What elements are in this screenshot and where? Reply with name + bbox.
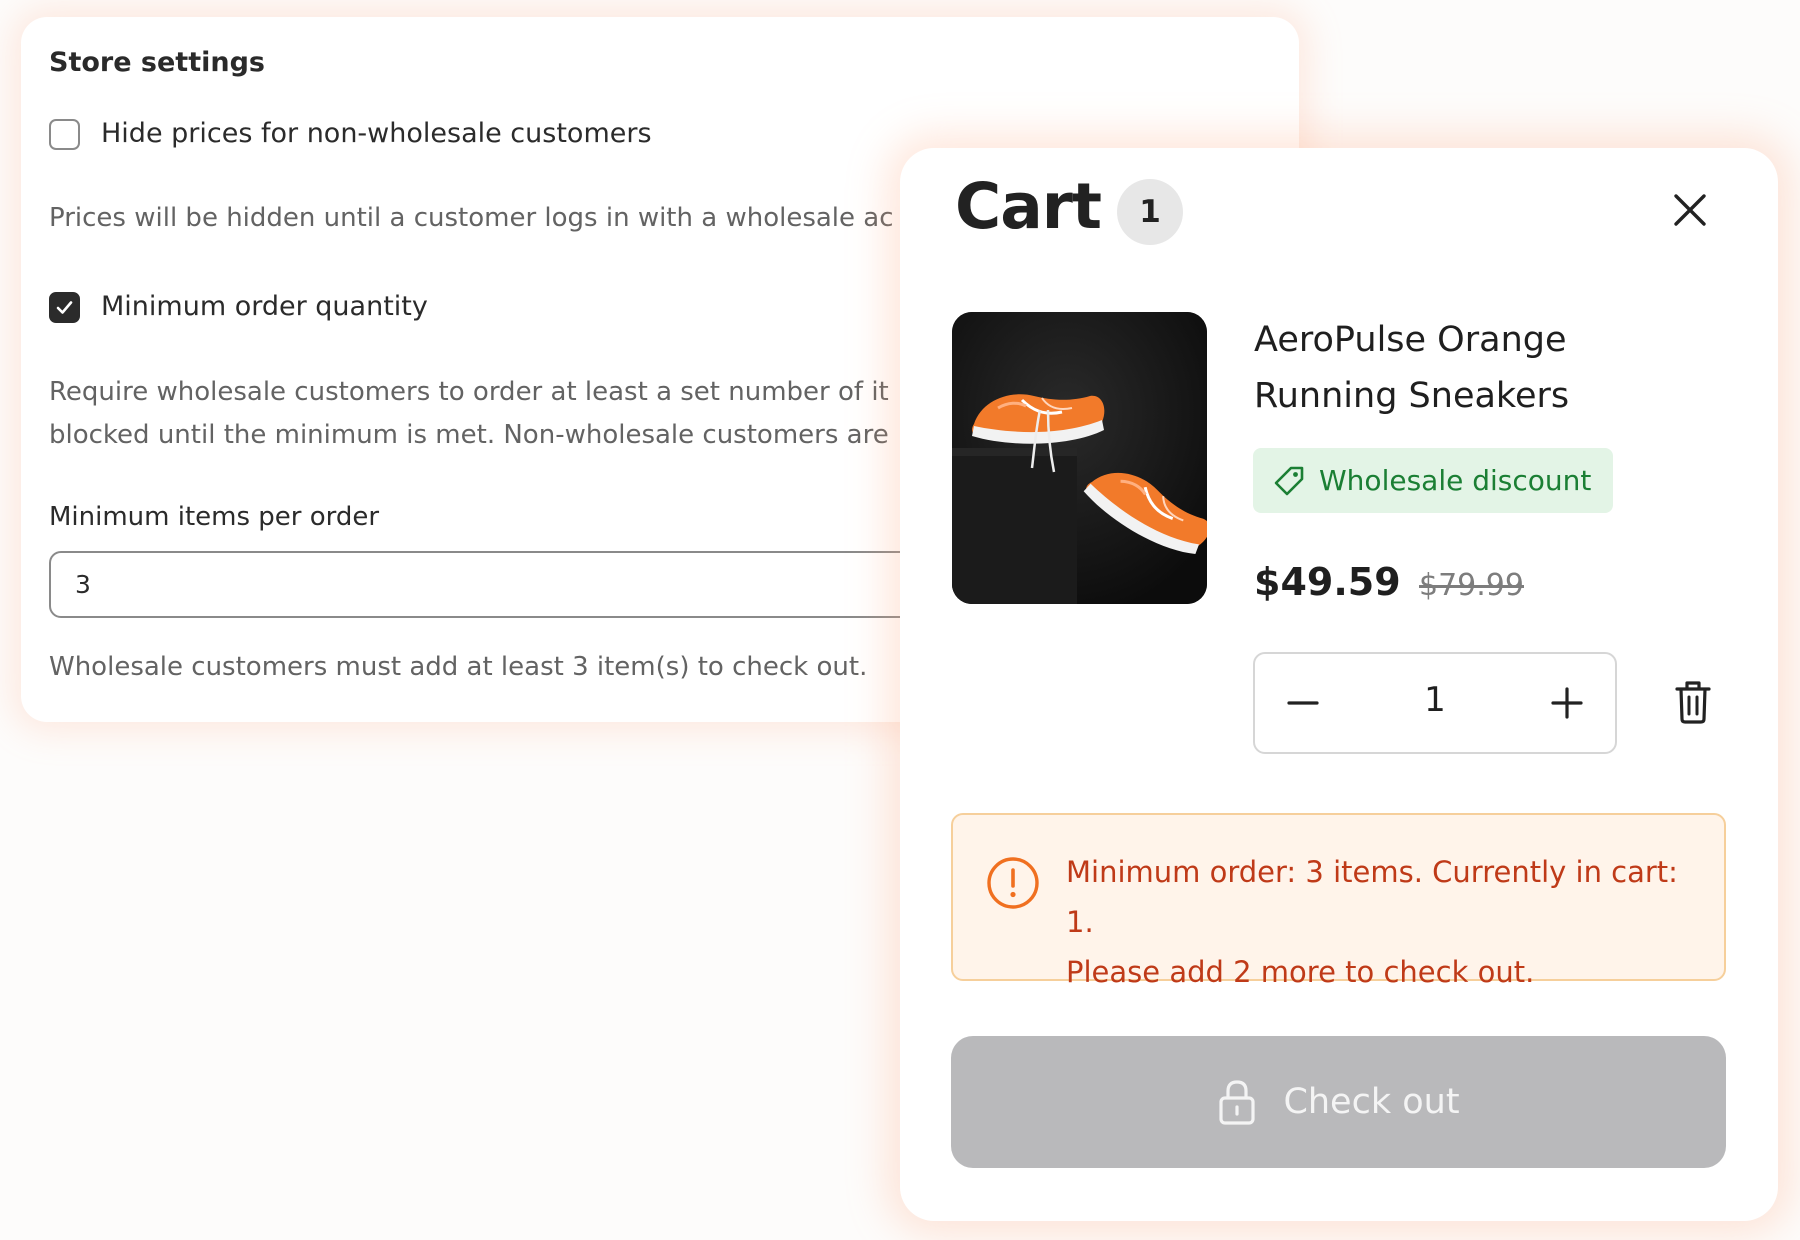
hide-prices-help: Prices will be hidden until a customer l… — [49, 203, 894, 233]
checkout-label: Check out — [1283, 1082, 1460, 1122]
sneakers-illustration — [952, 312, 1207, 604]
plus-icon — [1551, 687, 1583, 719]
hide-prices-checkbox[interactable] — [49, 119, 80, 150]
lock-icon — [1219, 1080, 1256, 1125]
settings-title: Store settings — [49, 47, 265, 78]
product-image — [952, 312, 1207, 604]
alert-message: Minimum order: 3 items. Currently in car… — [1066, 847, 1706, 997]
hide-prices-label[interactable]: Hide prices for non-wholesale customers — [101, 118, 652, 149]
original-price: $79.99 — [1419, 568, 1524, 603]
close-button[interactable] — [1668, 188, 1712, 232]
checkout-button[interactable]: Check out — [951, 1036, 1726, 1168]
check-icon — [56, 301, 73, 314]
alert-line-2: Please add 2 more to check out. — [1066, 955, 1535, 989]
wholesale-discount-badge: Wholesale discount — [1253, 448, 1614, 513]
cart-panel: Cart 1 AeroPulse Orange Running Sneakers… — [900, 148, 1778, 1221]
min-order-label[interactable]: Minimum order quantity — [101, 291, 428, 322]
close-icon — [1674, 194, 1706, 226]
remove-item-button[interactable] — [1671, 678, 1715, 726]
current-price: $49.59 — [1254, 560, 1401, 604]
min-order-help-line2: blocked until the minimum is met. Non-wh… — [49, 420, 889, 450]
cart-count-badge: 1 — [1117, 179, 1183, 245]
min-order-checkbox[interactable] — [49, 292, 80, 323]
min-order-help-line1: Require wholesale customers to order at … — [49, 377, 889, 407]
discount-badge-label: Wholesale discount — [1319, 464, 1592, 497]
cart-title: Cart — [955, 170, 1102, 243]
product-name: AeroPulse Orange Running Sneakers — [1254, 320, 1570, 416]
tag-icon — [1274, 466, 1304, 495]
alert-icon — [987, 857, 1039, 909]
quantity-stepper: 1 — [1253, 652, 1617, 754]
trash-icon — [1675, 681, 1711, 724]
minimum-order-alert: Minimum order: 3 items. Currently in car… — [951, 813, 1726, 989]
increase-quantity-button[interactable] — [1545, 681, 1589, 725]
alert-line-1: Minimum order: 3 items. Currently in car… — [1066, 855, 1678, 939]
min-items-help: Wholesale customers must add at least 3 … — [49, 652, 868, 682]
min-items-label: Minimum items per order — [49, 502, 380, 532]
